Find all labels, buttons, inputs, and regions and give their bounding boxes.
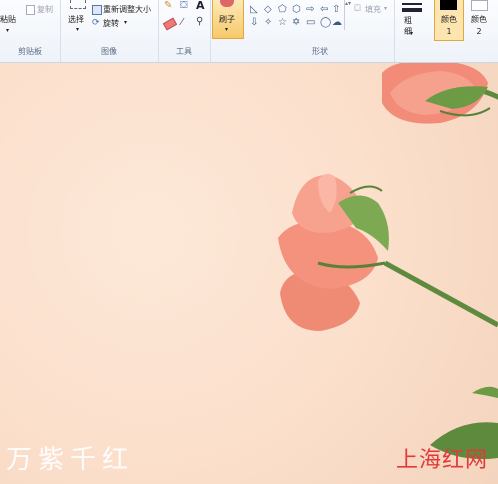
callout-rect-shape-icon[interactable]: ▭ <box>306 18 315 28</box>
resize-button[interactable]: 重新调整大小 <box>92 4 156 16</box>
color1-swatch <box>440 0 457 10</box>
resize-label: 重新调整大小 <box>103 5 151 14</box>
hexagon-shape-icon[interactable]: ⬡ <box>292 5 301 15</box>
image-group-label: 图像 <box>101 47 117 56</box>
paste-button[interactable]: 粘贴 ▾ <box>0 0 22 40</box>
select-icon <box>70 0 86 9</box>
watermark-right: 上海红网 <box>395 448 488 473</box>
shapes-scroll-icon[interactable]: ▴▾ <box>344 0 351 30</box>
ribbon: 粘贴 ▾ 复制 剪贴板 选择 ▾ 重新调整大小 ⟳ 旋转 ▾ 图像 ✎ ⛋ A <box>0 0 498 63</box>
pencil-icon[interactable]: ✎ <box>164 0 172 11</box>
text-icon[interactable]: A <box>196 0 205 12</box>
fill-bucket-icon[interactable]: ⛋ <box>180 0 188 11</box>
color2-label: 颜色 2 <box>471 15 487 36</box>
star6-shape-icon[interactable]: ✡ <box>292 18 300 28</box>
magnifier-icon[interactable]: ⚲ <box>196 16 203 27</box>
fill-button[interactable]: ⛋ 填充 ▾ <box>354 4 392 16</box>
size-icon-thick <box>402 8 422 12</box>
select-dropdown-icon: ▾ <box>76 26 80 33</box>
color1-button[interactable]: 颜色 1 <box>434 0 464 41</box>
image-group: 选择 ▾ 重新调整大小 ⟳ 旋转 ▾ 图像 <box>60 0 159 62</box>
rotate-label: 旋转 <box>103 19 119 28</box>
fill-label: 填充 <box>365 5 381 14</box>
tools-group: ✎ ⛋ A ⁄ ⚲ 工具 <box>158 0 211 62</box>
arrow-right-shape-icon[interactable]: ⇨ <box>306 5 314 15</box>
size-dropdown-icon: ▾ <box>410 30 414 37</box>
clipboard-group-label: 剪贴板 <box>18 47 42 56</box>
rose-photo <box>278 63 498 460</box>
brushes-button[interactable]: 刷子 ▾ <box>212 0 244 39</box>
brushes-dropdown-icon: ▾ <box>225 26 229 33</box>
select-button[interactable]: 选择 ▾ <box>64 0 90 38</box>
shapes-gallery[interactable]: ◺ ◇ ⬠ ⬡ ⇨ ⇦ ⇧ ⇩ ✧ ☆ ✡ ▭ ◯ ☁ <box>248 0 344 32</box>
rotate-button[interactable]: ⟳ 旋转 ▾ <box>92 18 156 30</box>
arrow-up-shape-icon[interactable]: ⇧ <box>332 5 340 15</box>
color2-button[interactable]: 颜色 2 <box>466 0 496 40</box>
rotate-icon: ⟳ <box>92 18 100 28</box>
rose-middle <box>278 173 498 331</box>
clipboard-group: 粘贴 ▾ 复制 剪贴板 <box>0 0 61 62</box>
brush-icon <box>220 0 234 7</box>
shapes-group: ◺ ◇ ⬠ ⬡ ⇨ ⇦ ⇧ ⇩ ✧ ☆ ✡ ▭ ◯ ☁ ▴▾ ⛋ 填充 ▾ 形状 <box>246 0 395 62</box>
diamond-shape-icon[interactable]: ◇ <box>264 5 272 15</box>
rotate-dropdown-icon: ▾ <box>124 19 128 26</box>
size-button[interactable]: 粗细 ▾ <box>398 0 428 40</box>
color2-swatch <box>471 0 488 11</box>
shapes-group-label: 形状 <box>312 47 328 56</box>
cloud-shape-icon[interactable]: ☁ <box>332 18 342 28</box>
arrow-left-shape-icon[interactable]: ⇦ <box>320 5 328 15</box>
copy-icon <box>26 5 35 15</box>
pentagon-shape-icon[interactable]: ⬠ <box>278 5 287 15</box>
callout-oval-shape-icon[interactable]: ◯ <box>320 18 331 28</box>
color1-label: 颜色 1 <box>441 15 457 36</box>
star4-shape-icon[interactable]: ✧ <box>264 18 272 28</box>
paste-dropdown-icon[interactable]: ▾ <box>6 27 9 34</box>
rose-top <box>382 63 498 124</box>
paste-label: 粘贴 <box>0 15 16 24</box>
tools-group-label: 工具 <box>176 47 192 56</box>
arrow-down-shape-icon[interactable]: ⇩ <box>250 18 258 28</box>
copy-button[interactable]: 复制 <box>24 4 58 16</box>
resize-icon <box>92 5 102 15</box>
paint-canvas[interactable]: 万紫千红 上海红网 <box>0 63 498 484</box>
eraser-icon[interactable] <box>162 17 178 31</box>
color-picker-icon[interactable]: ⁄ <box>181 17 183 28</box>
brushes-label: 刷子 <box>219 15 235 24</box>
fill-icon: ⛋ <box>354 4 361 14</box>
size-icon <box>402 3 422 5</box>
star5-shape-icon[interactable]: ☆ <box>278 18 287 28</box>
triangle-shape-icon[interactable]: ◺ <box>250 5 258 15</box>
copy-label: 复制 <box>37 5 53 14</box>
fill-dropdown-icon: ▾ <box>384 5 388 12</box>
select-label: 选择 <box>68 15 84 24</box>
watermark-left: 万紫千红 <box>6 445 135 475</box>
